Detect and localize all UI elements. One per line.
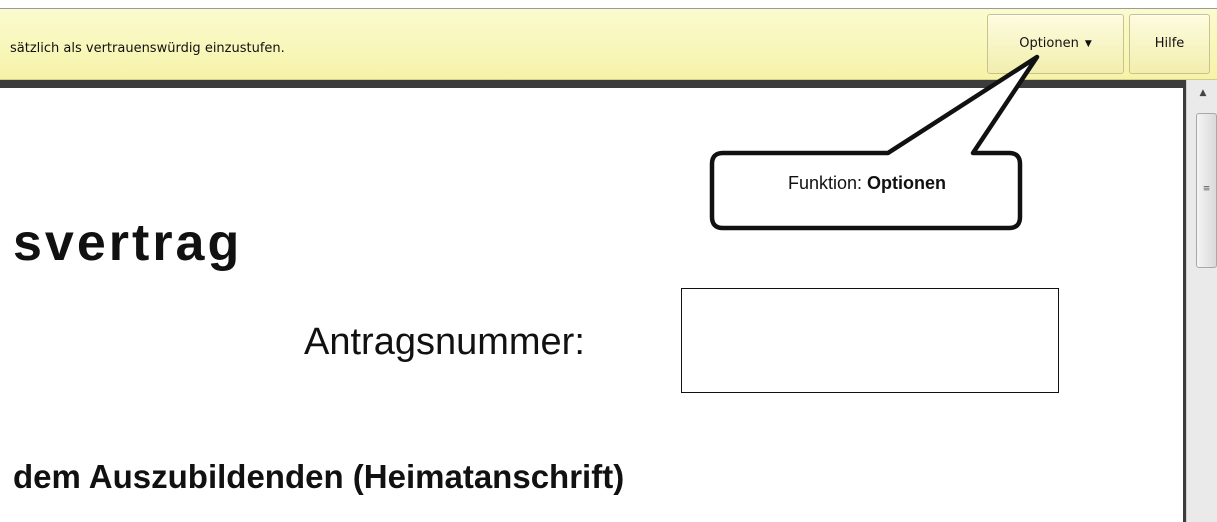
notification-message: sätzlich als vertrauenswürdig einzustufe… (10, 41, 285, 56)
scrollbar-thumb[interactable]: ≡ (1196, 113, 1217, 268)
callout-prefix: Funktion: (787, 173, 868, 193)
grip-icon: ≡ (1202, 184, 1211, 194)
options-button[interactable]: Optionen ▼ (987, 14, 1124, 74)
callout-highlight: Optionen (867, 173, 947, 193)
help-button[interactable]: Hilfe (1129, 14, 1210, 74)
toolbar-separator (0, 80, 1217, 88)
application-number-label: Antragsnummer: (304, 321, 585, 363)
callout-label: Funktion: Optionen (712, 173, 1022, 194)
section-heading: dem Auszubildenden (Heimatanschrift) (13, 458, 625, 495)
document-title: svertrag (13, 214, 243, 272)
help-button-label: Hilfe (1154, 36, 1185, 51)
chevron-down-icon: ▼ (1084, 39, 1092, 49)
options-button-label: Optionen (1019, 36, 1079, 51)
application-number-field[interactable] (681, 288, 1059, 393)
scroll-up-arrow-icon[interactable]: ▲ (1194, 88, 1212, 102)
